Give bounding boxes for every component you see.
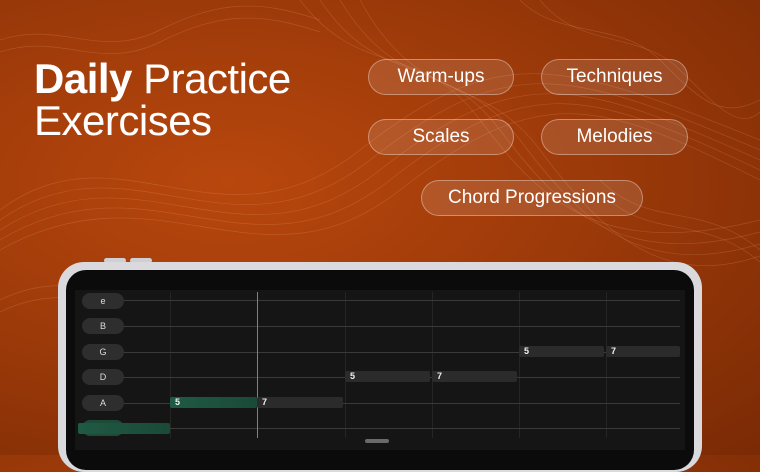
page-title: Daily Practice Exercises — [34, 58, 291, 142]
string-label-a[interactable]: A — [82, 395, 124, 411]
string-line-e — [110, 300, 680, 301]
category-techniques-button[interactable]: Techniques — [541, 59, 688, 95]
title-line2: Exercises — [34, 97, 212, 144]
category-scales-button[interactable]: Scales — [368, 119, 514, 155]
title-line1-rest: Practice — [143, 55, 291, 102]
tab-note[interactable]: 5 — [345, 371, 430, 382]
playhead[interactable] — [257, 292, 258, 438]
beat-line — [519, 292, 520, 438]
category-melodies-button[interactable]: Melodies — [541, 119, 688, 155]
tab-note[interactable]: 5 — [519, 346, 604, 357]
tab-note[interactable]: 7 — [257, 397, 343, 408]
string-label-d[interactable]: D — [82, 369, 124, 385]
beat-line — [606, 292, 607, 438]
beat-line — [170, 292, 171, 438]
active-note-bar[interactable] — [78, 423, 170, 434]
tab-note[interactable]: 7 — [432, 371, 517, 382]
string-label-b[interactable]: B — [82, 318, 124, 334]
string-line-b — [110, 326, 680, 327]
home-indicator — [365, 439, 389, 443]
beat-line — [345, 292, 346, 438]
string-label-e[interactable]: e — [82, 293, 124, 309]
category-warm-ups-button[interactable]: Warm-ups — [368, 59, 514, 95]
title-bold-word: Daily — [34, 55, 132, 102]
tab-note[interactable]: 7 — [606, 346, 680, 357]
tab-note[interactable]: 5 — [170, 397, 257, 408]
string-label-g[interactable]: G — [82, 344, 124, 360]
string-line-low-e — [110, 428, 680, 429]
beat-line — [432, 292, 433, 438]
category-chord-progressions-button[interactable]: Chord Progressions — [421, 180, 643, 216]
